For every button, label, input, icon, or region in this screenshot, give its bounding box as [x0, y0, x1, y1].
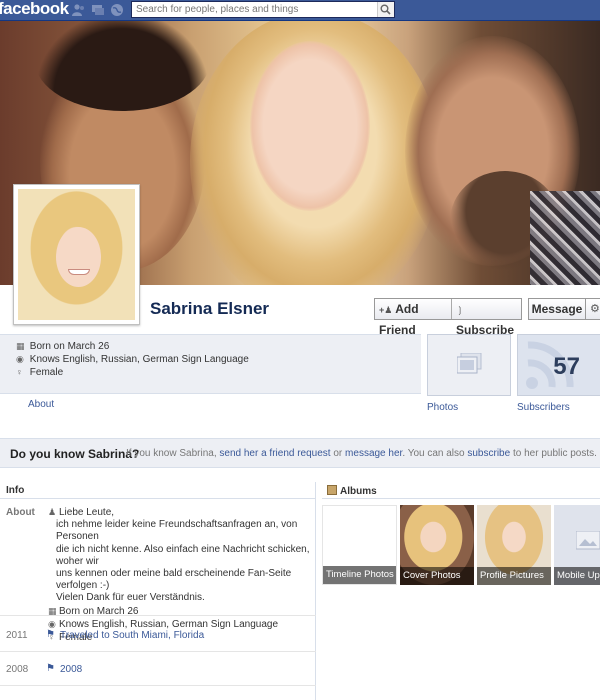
intro-summary: ▦ Born on March 26 ◉ Knows English, Russ…: [0, 334, 421, 394]
about-link[interactable]: About: [28, 399, 54, 410]
timeline-row: [0, 685, 316, 700]
timeline-year: 2008: [6, 664, 29, 675]
know-text-4: to her public posts.: [512, 448, 597, 459]
profile-picture-image: [18, 189, 135, 320]
facebook-logo[interactable]: facebook: [0, 0, 69, 19]
divider: [0, 498, 316, 499]
message-her-link[interactable]: message her: [345, 448, 402, 459]
profile-name[interactable]: Sabrina Elsner: [150, 299, 269, 319]
born-row: ▦ Born on March 26: [16, 341, 109, 352]
about-line: die ich nicht kenne. Also einfach eine N…: [56, 543, 310, 567]
about-line: uns kennen oder meine bald erscheinende …: [56, 568, 292, 592]
cover-person-center: [250, 41, 370, 211]
flag-icon: ⚑: [46, 663, 55, 674]
top-navigation-bar: facebook: [0, 0, 600, 21]
about-line: ich nehme leider keine Freundschaftsanfr…: [56, 519, 298, 543]
profile-picture[interactable]: [13, 184, 140, 325]
album-label: Mobile Uploads: [554, 567, 600, 585]
timeline-event-link[interactable]: Traveled to South Miami, Florida: [60, 630, 204, 641]
profile-smile: [68, 269, 90, 275]
cover-plaid-shirt: [530, 191, 600, 285]
subscribers-count: 57: [553, 353, 580, 380]
album-timeline-photos[interactable]: Timeline Photos: [322, 505, 397, 585]
calendar-icon: ▦: [16, 341, 25, 351]
message-button[interactable]: Message: [528, 298, 586, 320]
add-friend-icon: +♟: [379, 305, 393, 315]
search-input[interactable]: [132, 2, 377, 17]
albums-heading-text: Albums: [340, 486, 377, 497]
know-text-1: If you know Sabrina,: [126, 448, 217, 459]
friend-subscribe-group: +♟ Add Friend ❳ Subscribe: [374, 298, 522, 337]
person-icon: ♟: [48, 507, 57, 517]
subscribe-button[interactable]: ❳ Subscribe: [452, 299, 521, 337]
do-you-know-bar: Do you know Sabrina? If you know Sabrina…: [0, 438, 600, 468]
know-text-2: or: [333, 448, 343, 459]
gender-icon: ♀: [16, 367, 23, 377]
search-icon: [380, 4, 391, 15]
photos-placeholder-icon: [457, 353, 482, 374]
info-heading[interactable]: Info: [6, 485, 24, 496]
about-label: About: [6, 507, 35, 518]
album-label: Profile Pictures: [477, 567, 551, 585]
album-label: Cover Photos: [400, 567, 474, 585]
languages-row: ◉ Knows English, Russian, German Sign La…: [16, 354, 249, 365]
rss-icon: ❳: [456, 305, 464, 315]
messages-icon[interactable]: [91, 3, 105, 17]
do-you-know-title: Do you know Sabrina?: [10, 447, 140, 461]
about-line-text: Liebe Leute,: [59, 507, 115, 518]
timeline-row: 2011 ⚑ Traveled to South Miami, Florida: [0, 615, 316, 651]
add-friend-button[interactable]: +♟ Add Friend: [375, 299, 452, 337]
album-cover-photos[interactable]: Cover Photos: [400, 505, 474, 585]
timeline-row: 2008 ⚑ 2008: [0, 651, 316, 685]
search-button[interactable]: [377, 2, 394, 17]
gender-row: ♀ Female: [16, 367, 63, 378]
friend-requests-icon[interactable]: [72, 3, 86, 17]
about-line: ♟ Liebe Leute,: [48, 506, 310, 519]
born-text: Born on March 26: [29, 341, 110, 352]
subscribers-tile[interactable]: 57: [517, 334, 600, 396]
album-label: Timeline Photos: [323, 566, 396, 584]
globe-icon: ◉: [16, 354, 24, 364]
divider: [322, 498, 600, 499]
flag-icon: ⚑: [46, 629, 55, 640]
notifications-globe-icon[interactable]: [110, 3, 124, 17]
albums-icon: [327, 485, 337, 495]
do-you-know-text: If you know Sabrina, send her a friend r…: [126, 448, 597, 459]
photo-placeholder-icon: [576, 531, 600, 550]
info-box: Info About ♟ Liebe Leute, ich nehme leide…: [0, 482, 316, 700]
albums-heading[interactable]: Albums: [327, 485, 377, 497]
photos-link[interactable]: Photos: [427, 402, 458, 413]
profile-face: [56, 227, 101, 287]
photos-tile[interactable]: [427, 334, 511, 396]
subscribe-link[interactable]: subscribe: [467, 448, 510, 459]
know-text-3: . You can also: [402, 448, 465, 459]
timeline-event-link[interactable]: 2008: [60, 664, 82, 675]
languages-text: Knows English, Russian, German Sign Lang…: [29, 354, 249, 365]
subscribers-link[interactable]: Subscribers: [517, 402, 570, 413]
timeline-year: 2011: [6, 630, 28, 641]
search-box: [131, 1, 395, 18]
album-mobile-uploads[interactable]: Mobile Uploads: [554, 505, 600, 585]
album-profile-pictures[interactable]: Profile Pictures: [477, 505, 551, 585]
send-friend-request-link[interactable]: send her a friend request: [219, 448, 330, 459]
gear-icon[interactable]: ⚙: [586, 298, 600, 320]
gender-text: Female: [29, 367, 64, 378]
about-line: Vielen Dank für euer Verständnis.: [56, 592, 205, 604]
